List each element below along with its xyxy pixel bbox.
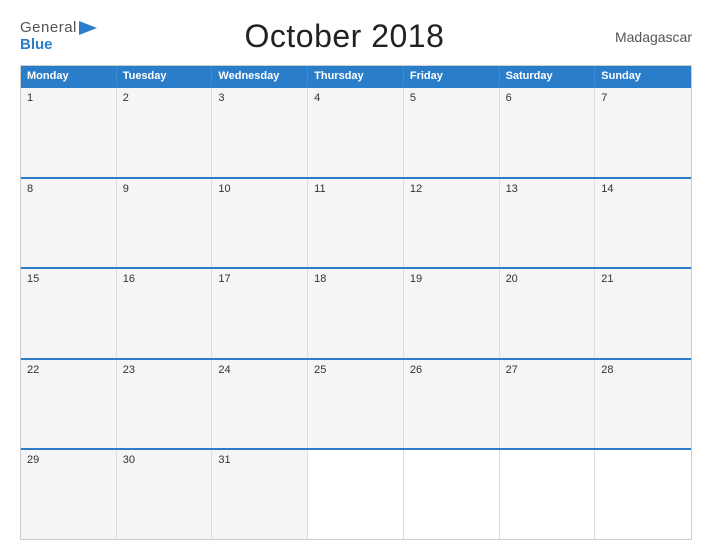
day-number: 12 [410,183,422,195]
day-number: 10 [218,183,230,195]
day-cell: 28 [595,360,691,449]
country-name: Madagascar [592,29,692,45]
day-number: 31 [218,454,230,466]
day-number: 25 [314,364,326,376]
day-number: 24 [218,364,230,376]
day-cell: 14 [595,179,691,268]
week-row-4: 22 23 24 25 26 27 28 [21,358,691,449]
calendar-page: General Blue October 2018 Madagascar Mon… [0,0,712,550]
week-row-5: 29 30 31 [21,448,691,539]
month-title: October 2018 [97,18,592,55]
day-cell: 11 [308,179,404,268]
day-cell: 16 [117,269,213,358]
day-cell [308,450,404,539]
day-cell: 29 [21,450,117,539]
day-number: 1 [27,92,33,104]
day-cell: 22 [21,360,117,449]
day-cell: 18 [308,269,404,358]
day-number: 7 [601,92,607,104]
day-cell: 15 [21,269,117,358]
day-cell: 27 [500,360,596,449]
days-header-row: MondayTuesdayWednesdayThursdayFridaySatu… [21,66,691,86]
day-number: 2 [123,92,129,104]
day-cell: 31 [212,450,308,539]
day-cell: 17 [212,269,308,358]
day-number: 19 [410,273,422,285]
day-cell: 25 [308,360,404,449]
day-cell: 26 [404,360,500,449]
day-cell: 19 [404,269,500,358]
day-cell: 1 [21,88,117,177]
day-cell: 2 [117,88,213,177]
day-cell [595,450,691,539]
day-cell: 23 [117,360,213,449]
day-cell: 21 [595,269,691,358]
logo-blue-text: Blue [20,37,53,54]
day-number: 16 [123,273,135,285]
day-cell: 5 [404,88,500,177]
day-cell: 4 [308,88,404,177]
day-number: 11 [314,183,325,195]
day-number: 26 [410,364,422,376]
day-number: 6 [506,92,512,104]
calendar-header: General Blue October 2018 Madagascar [20,18,692,55]
day-number: 29 [27,454,39,466]
day-number: 3 [218,92,224,104]
day-number: 5 [410,92,416,104]
week-row-1: 1 2 3 4 5 6 7 [21,86,691,177]
day-cell: 9 [117,179,213,268]
logo-general-text: General [20,20,77,37]
day-header-tuesday: Tuesday [117,66,213,86]
day-cell: 6 [500,88,596,177]
day-header-saturday: Saturday [500,66,596,86]
day-header-wednesday: Wednesday [212,66,308,86]
day-header-friday: Friday [404,66,500,86]
day-number: 18 [314,273,326,285]
day-number: 23 [123,364,135,376]
day-cell: 12 [404,179,500,268]
day-number: 14 [601,183,613,195]
day-number: 17 [218,273,230,285]
day-cell: 8 [21,179,117,268]
week-row-3: 15 16 17 18 19 20 21 [21,267,691,358]
logo: General Blue [20,20,97,53]
day-cell: 20 [500,269,596,358]
weeks-container: 1234567891011121314151617181920212223242… [21,86,691,539]
day-number: 21 [601,273,613,285]
day-number: 13 [506,183,518,195]
day-number: 15 [27,273,39,285]
day-cell: 3 [212,88,308,177]
day-cell: 13 [500,179,596,268]
day-header-sunday: Sunday [595,66,691,86]
day-cell: 7 [595,88,691,177]
day-number: 28 [601,364,613,376]
day-number: 9 [123,183,129,195]
day-cell [404,450,500,539]
day-cell: 30 [117,450,213,539]
day-cell: 24 [212,360,308,449]
day-number: 20 [506,273,518,285]
day-number: 8 [27,183,33,195]
day-number: 4 [314,92,320,104]
day-number: 27 [506,364,518,376]
logo-flag-icon [79,21,97,35]
day-number: 30 [123,454,135,466]
week-row-2: 8 9 10 11 12 13 14 [21,177,691,268]
day-cell [500,450,596,539]
day-header-thursday: Thursday [308,66,404,86]
day-number: 22 [27,364,39,376]
day-cell: 10 [212,179,308,268]
day-header-monday: Monday [21,66,117,86]
calendar-grid: MondayTuesdayWednesdayThursdayFridaySatu… [20,65,692,540]
